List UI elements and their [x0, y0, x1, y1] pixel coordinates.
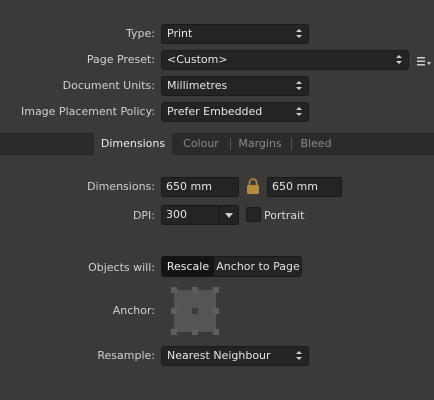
- up-down-arrows-icon: [396, 54, 402, 66]
- up-down-arrows-icon: [296, 80, 302, 92]
- tab-colour[interactable]: Colour: [176, 133, 226, 155]
- document-units-label: Document Units:: [62, 79, 155, 92]
- chevron-down-icon: [225, 213, 233, 218]
- tab-separator: [291, 138, 292, 150]
- tab-bar: Dimensions Colour Margins Bleed: [0, 133, 434, 155]
- resample-select[interactable]: Nearest Neighbour: [161, 346, 309, 366]
- up-down-arrows-icon: [296, 28, 302, 40]
- portrait-label: Portrait: [264, 209, 305, 222]
- type-select[interactable]: Print: [161, 24, 309, 44]
- objects-will-label: Objects will:: [88, 261, 155, 274]
- preset-menu-icon[interactable]: [417, 56, 431, 66]
- document-units-value: Millimetres: [167, 79, 228, 92]
- resample-label: Resample:: [97, 349, 155, 362]
- type-value: Print: [167, 27, 193, 40]
- width-field[interactable]: 650 mm: [161, 177, 239, 197]
- anchor-label: Anchor:: [112, 304, 155, 317]
- tab-separator: [230, 138, 231, 150]
- page-preset-label: Page Preset:: [86, 53, 155, 66]
- dpi-label: DPI:: [132, 209, 155, 222]
- dpi-value: 300: [166, 208, 187, 221]
- tab-dimensions[interactable]: Dimensions: [94, 133, 172, 155]
- dpi-field[interactable]: 300: [161, 205, 239, 225]
- lock-icon[interactable]: [246, 178, 260, 195]
- dimensions-label: Dimensions:: [87, 180, 155, 193]
- image-placement-select[interactable]: Prefer Embedded: [161, 102, 309, 122]
- resample-value: Nearest Neighbour: [167, 349, 271, 362]
- tab-bleed[interactable]: Bleed: [295, 133, 337, 155]
- image-placement-value: Prefer Embedded: [167, 105, 263, 118]
- rescale-button[interactable]: Rescale: [162, 256, 214, 277]
- objects-will-segmented: Rescale Anchor to Page: [161, 256, 302, 277]
- portrait-checkbox[interactable]: [246, 207, 261, 222]
- dpi-dropdown-button[interactable]: [219, 206, 238, 224]
- page-preset-select[interactable]: <Custom>: [161, 50, 409, 70]
- up-down-arrows-icon: [296, 106, 302, 118]
- height-field[interactable]: 650 mm: [267, 177, 342, 197]
- up-down-arrows-icon: [296, 350, 302, 362]
- document-units-select[interactable]: Millimetres: [161, 76, 309, 96]
- anchor-to-page-button[interactable]: Anchor to Page: [214, 256, 302, 277]
- type-label: Type:: [126, 27, 155, 40]
- page-preset-value: <Custom>: [167, 53, 228, 66]
- anchor-grid[interactable]: [171, 287, 219, 335]
- image-placement-label: Image Placement Policy:: [20, 105, 155, 118]
- tab-margins[interactable]: Margins: [234, 133, 286, 155]
